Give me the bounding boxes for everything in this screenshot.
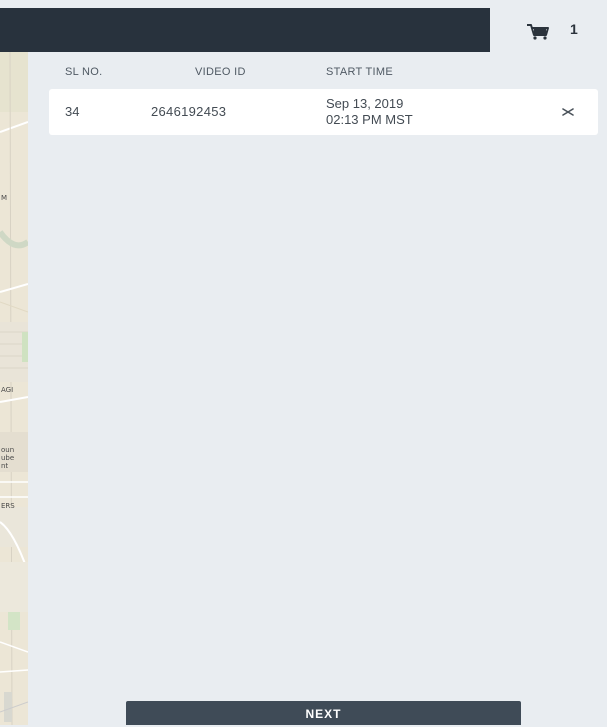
cart-count-badge: 1	[570, 21, 578, 37]
map-label: ERS	[1, 502, 15, 510]
close-icon[interactable]	[561, 105, 575, 119]
cart-area[interactable]: 1	[490, 8, 607, 52]
table-row: 34 2646192453 Sep 13, 2019 02:13 PM MST	[49, 89, 598, 135]
start-date: Sep 13, 2019	[326, 96, 404, 111]
cell-video-id: 2646192453	[151, 104, 227, 119]
map-label: AGI	[1, 386, 14, 394]
top-bar	[0, 8, 490, 52]
map-label: oun ube nt	[1, 446, 15, 470]
header-video-id: VIDEO ID	[195, 66, 246, 78]
cart-icon[interactable]	[526, 23, 550, 41]
next-button[interactable]: NEXT	[126, 701, 521, 725]
header-sl-no: SL NO.	[65, 66, 103, 78]
map-strip[interactable]: M AGI oun ube nt ERS	[0, 52, 28, 725]
map-label: M	[1, 194, 8, 202]
cell-start-time: Sep 13, 2019 02:13 PM MST	[326, 96, 413, 128]
start-clock: 02:13 PM MST	[326, 112, 413, 127]
cell-sl-no: 34	[65, 104, 80, 119]
table-header: SL NO. VIDEO ID START TIME	[49, 66, 598, 84]
header-start-time: START TIME	[326, 66, 393, 78]
